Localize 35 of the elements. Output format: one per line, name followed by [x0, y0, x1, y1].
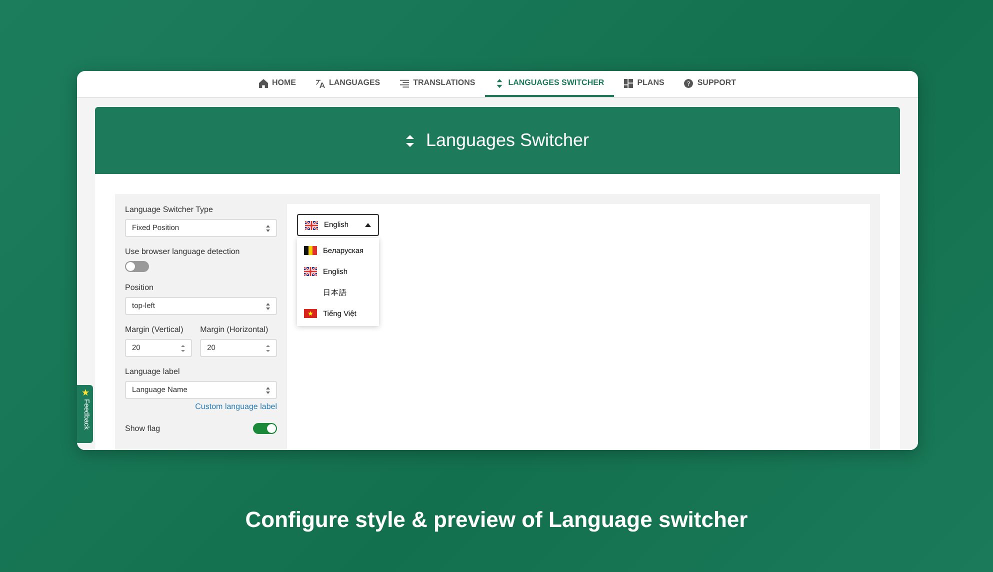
flag-icon	[304, 267, 317, 276]
caret-icon	[365, 223, 371, 227]
nav-tab[interactable]: SUPPORT	[674, 71, 746, 97]
field-label: Margin (Horizontal)	[200, 324, 270, 336]
grid-icon	[624, 78, 634, 88]
flag-icon	[304, 246, 317, 255]
spinner-icon[interactable]	[181, 344, 186, 352]
sort-icon	[495, 78, 504, 88]
translate-icon	[316, 78, 325, 88]
home-icon	[259, 78, 268, 88]
field-label: Use browser language detection	[125, 246, 241, 258]
help-icon	[684, 78, 694, 88]
page-title: Languages Switcher	[426, 129, 590, 152]
field-label: Show flag	[125, 423, 160, 435]
select-arrows-icon	[266, 386, 270, 394]
spinner-icon[interactable]	[266, 344, 270, 352]
nav-tab[interactable]: PLANS	[614, 71, 674, 97]
nav-tab[interactable]: LANGUAGES	[306, 71, 390, 97]
field-label: Position	[125, 282, 154, 294]
lines-icon	[400, 78, 410, 88]
sort-icon	[406, 134, 414, 146]
toggle-switch[interactable]	[253, 423, 277, 434]
star-icon	[82, 389, 88, 396]
select-arrows-icon	[266, 302, 270, 310]
toggle-switch[interactable]	[125, 261, 149, 272]
select-arrows-icon	[266, 224, 270, 232]
custom-label-link[interactable]: Custom language label	[125, 401, 277, 413]
flag-icon	[304, 309, 317, 318]
field-label: Margin (Vertical)	[125, 324, 184, 336]
field-label: Language label	[125, 366, 181, 378]
nav-tab[interactable]: TRANSLATIONS	[390, 71, 486, 97]
caption: Configure style & preview of Language switcher	[244, 506, 749, 534]
flag-icon	[305, 220, 318, 230]
field-label: Language Switcher Type	[125, 204, 214, 216]
nav-tab[interactable]: HOME	[249, 71, 306, 97]
